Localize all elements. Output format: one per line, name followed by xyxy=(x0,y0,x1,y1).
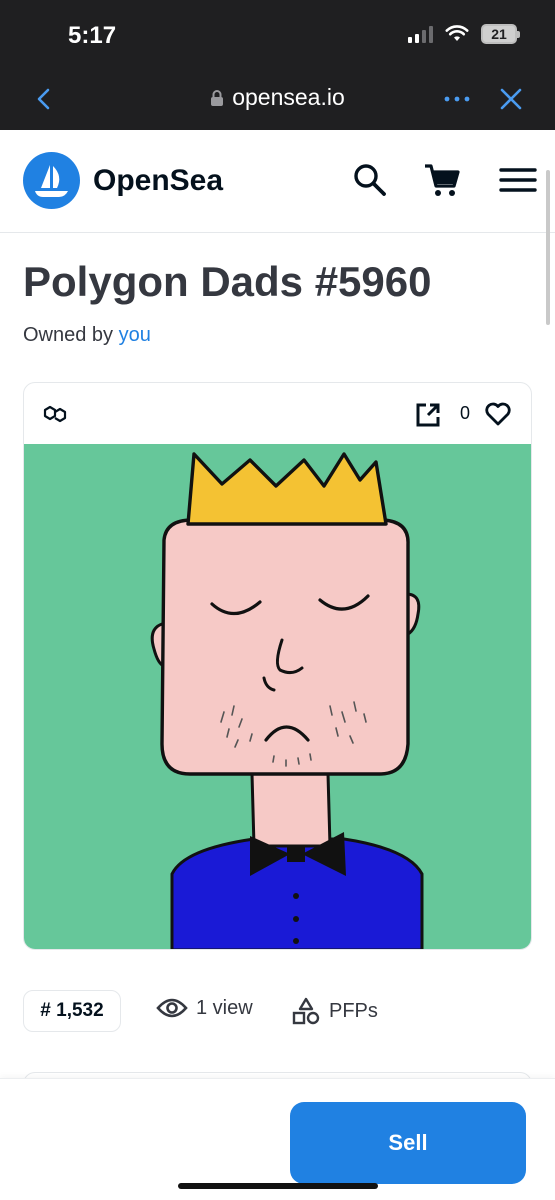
wifi-icon xyxy=(445,25,469,41)
close-icon[interactable] xyxy=(496,84,526,114)
polygon-chain-icon[interactable] xyxy=(42,401,68,427)
collection-label: PFPs xyxy=(329,999,378,1022)
page-title: Polygon Dads #5960 xyxy=(23,258,432,305)
status-icons: 21 xyxy=(408,24,520,44)
bottom-action-bar: Sell xyxy=(0,1078,555,1200)
status-bar: 5:17 21 xyxy=(0,0,555,72)
shapes-icon xyxy=(292,997,320,1025)
card-toolbar: 0 xyxy=(24,383,531,444)
sell-button[interactable]: Sell xyxy=(290,1102,526,1184)
scrollbar[interactable] xyxy=(546,170,550,325)
status-time: 5:17 xyxy=(68,22,117,49)
eye-icon xyxy=(156,998,188,1018)
menu-icon[interactable] xyxy=(498,160,538,200)
lock-icon xyxy=(211,89,224,106)
collection-stat[interactable]: PFPs xyxy=(291,996,378,1026)
site-header: OpenSea xyxy=(0,130,555,233)
logo-text[interactable]: OpenSea xyxy=(93,164,223,198)
views-stat: 1 view xyxy=(156,996,253,1020)
external-link-icon[interactable] xyxy=(414,401,442,429)
owner-link[interactable]: you xyxy=(119,324,151,346)
battery-icon: 21 xyxy=(481,24,520,44)
favorite-count: 0 xyxy=(460,403,471,423)
cellular-signal-icon xyxy=(408,25,433,43)
opensea-logo-icon[interactable] xyxy=(23,152,80,209)
nft-card: 0 xyxy=(23,382,532,950)
views-count: 1 view xyxy=(196,996,253,1019)
home-indicator[interactable] xyxy=(178,1183,378,1189)
owned-by-label: Owned by xyxy=(23,324,114,346)
stats-row: # 1,532 1 view PFPs xyxy=(23,990,532,1032)
more-dots-icon[interactable] xyxy=(442,86,472,112)
cart-icon[interactable] xyxy=(422,160,462,200)
search-icon[interactable] xyxy=(350,160,390,200)
url-text: opensea.io xyxy=(232,84,345,110)
browser-bar: opensea.io xyxy=(0,72,555,130)
nft-image[interactable] xyxy=(24,444,531,950)
heart-icon[interactable] xyxy=(484,400,512,428)
owner-line: Owned by you xyxy=(23,324,151,347)
rank-badge[interactable]: # 1,532 xyxy=(23,990,121,1032)
